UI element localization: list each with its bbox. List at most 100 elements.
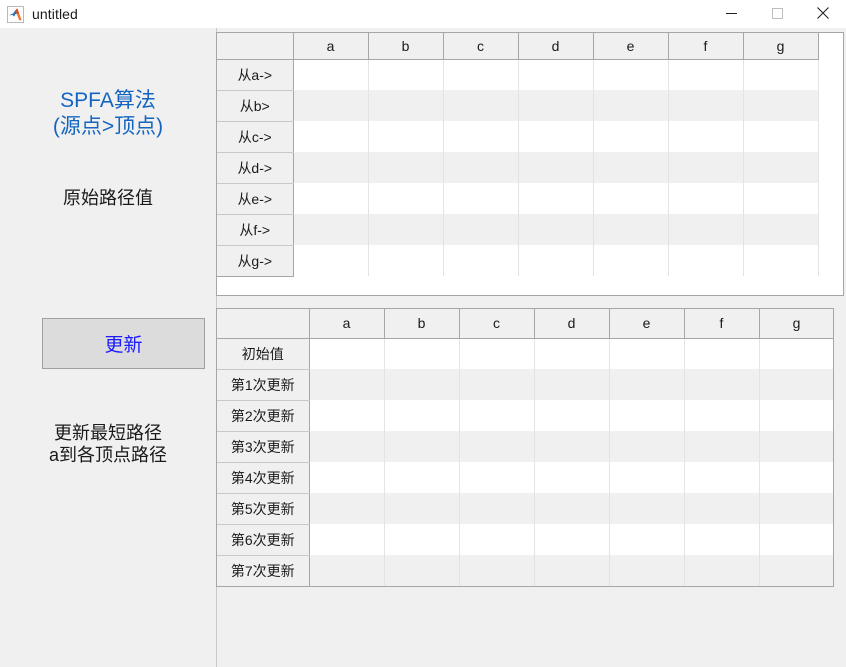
table-cell[interactable]	[309, 493, 385, 524]
table-cell[interactable]	[684, 493, 760, 524]
table-cell[interactable]	[309, 431, 385, 462]
original-path-table-container[interactable]: abcdefg 从a-> 从b> 从c-> 从d-> 从e-> 从f-> 从g->	[216, 32, 844, 296]
table-cell[interactable]	[443, 121, 519, 152]
table-cell[interactable]	[759, 369, 833, 400]
table-cell[interactable]	[443, 59, 519, 90]
table-cell[interactable]	[534, 555, 610, 586]
table-cell[interactable]	[518, 214, 594, 245]
table-cell[interactable]	[518, 121, 594, 152]
table-cell[interactable]	[668, 121, 744, 152]
row-header[interactable]: 初始值	[217, 338, 310, 370]
table-cell[interactable]	[593, 214, 669, 245]
row-header[interactable]: 从b>	[217, 90, 294, 122]
table-cell[interactable]	[534, 400, 610, 431]
table-cell[interactable]	[743, 59, 819, 90]
table-cell[interactable]	[534, 338, 610, 369]
table-cell[interactable]	[293, 183, 369, 214]
table-cell[interactable]	[384, 462, 460, 493]
table-cell[interactable]	[743, 152, 819, 183]
minimize-button[interactable]	[708, 0, 754, 28]
table-cell[interactable]	[593, 59, 669, 90]
column-header-f[interactable]: f	[684, 309, 760, 339]
table-row[interactable]: 第7次更新	[217, 555, 833, 586]
table-cell[interactable]	[684, 462, 760, 493]
table-row[interactable]: 第1次更新	[217, 369, 833, 401]
table-cell[interactable]	[309, 555, 385, 586]
column-header-c[interactable]: c	[443, 33, 519, 60]
table-row[interactable]: 第3次更新	[217, 431, 833, 463]
table-cell[interactable]	[443, 152, 519, 183]
table-cell[interactable]	[743, 245, 819, 276]
row-header[interactable]: 从g->	[217, 245, 294, 277]
original-path-table[interactable]: abcdefg 从a-> 从b> 从c-> 从d-> 从e-> 从f-> 从g->	[217, 33, 819, 277]
table-cell[interactable]	[759, 524, 833, 555]
column-header-d[interactable]: d	[518, 33, 594, 60]
table-cell[interactable]	[668, 245, 744, 276]
table-cell[interactable]	[593, 90, 669, 121]
column-header-g[interactable]: g	[759, 309, 833, 339]
table-cell[interactable]	[384, 431, 460, 462]
table-cell[interactable]	[293, 152, 369, 183]
table-cell[interactable]	[668, 90, 744, 121]
table-cell[interactable]	[684, 555, 760, 586]
table-cell[interactable]	[684, 431, 760, 462]
column-header-d[interactable]: d	[534, 309, 610, 339]
table-cell[interactable]	[593, 245, 669, 276]
table-row[interactable]: 从g->	[217, 245, 819, 277]
table-cell[interactable]	[593, 121, 669, 152]
maximize-button[interactable]	[754, 0, 800, 28]
row-header[interactable]: 从e->	[217, 183, 294, 215]
row-header[interactable]: 从c->	[217, 121, 294, 153]
table-cell[interactable]	[293, 214, 369, 245]
table-cell[interactable]	[368, 90, 444, 121]
table-cell[interactable]	[443, 183, 519, 214]
table-row[interactable]: 第5次更新	[217, 493, 833, 525]
table-cell[interactable]	[384, 369, 460, 400]
column-header-g[interactable]: g	[743, 33, 819, 60]
table-cell[interactable]	[368, 214, 444, 245]
table-cell[interactable]	[609, 400, 685, 431]
table-cell[interactable]	[293, 59, 369, 90]
column-header-a[interactable]: a	[309, 309, 385, 339]
table-cell[interactable]	[368, 59, 444, 90]
table-cell[interactable]	[668, 183, 744, 214]
table-cell[interactable]	[368, 152, 444, 183]
table-cell[interactable]	[759, 493, 833, 524]
table-cell[interactable]	[384, 338, 460, 369]
table-cell[interactable]	[384, 555, 460, 586]
table-cell[interactable]	[518, 245, 594, 276]
table-cell[interactable]	[443, 245, 519, 276]
table-cell[interactable]	[759, 555, 833, 586]
update-button[interactable]: 更新	[42, 318, 205, 369]
table-cell[interactable]	[368, 183, 444, 214]
table-cell[interactable]	[534, 524, 610, 555]
row-header[interactable]: 从d->	[217, 152, 294, 184]
table-row[interactable]: 第6次更新	[217, 524, 833, 556]
close-button[interactable]	[800, 0, 846, 28]
table-cell[interactable]	[668, 214, 744, 245]
table-cell[interactable]	[459, 555, 535, 586]
shortest-path-table[interactable]: abcdefg 初始值 第1次更新 第2次更新 第3次更新 第4次更新 第5次更新 第6次更…	[217, 309, 833, 586]
table-cell[interactable]	[309, 338, 385, 369]
table-cell[interactable]	[534, 462, 610, 493]
table-cell[interactable]	[384, 493, 460, 524]
table-row[interactable]: 从f->	[217, 214, 819, 246]
table-cell[interactable]	[534, 431, 610, 462]
row-header[interactable]: 从f->	[217, 214, 294, 246]
table-row[interactable]: 从c->	[217, 121, 819, 153]
row-header[interactable]: 第2次更新	[217, 400, 310, 432]
table-cell[interactable]	[459, 524, 535, 555]
table-cell[interactable]	[293, 245, 369, 276]
table-cell[interactable]	[459, 369, 535, 400]
table-cell[interactable]	[593, 183, 669, 214]
table-row[interactable]: 初始值	[217, 338, 833, 370]
table-cell[interactable]	[743, 214, 819, 245]
table-cell[interactable]	[593, 152, 669, 183]
column-header-f[interactable]: f	[668, 33, 744, 60]
table-cell[interactable]	[534, 493, 610, 524]
table-cell[interactable]	[609, 338, 685, 369]
table-cell[interactable]	[759, 462, 833, 493]
table-cell[interactable]	[609, 524, 685, 555]
table-row[interactable]: 从e->	[217, 183, 819, 215]
column-header-a[interactable]: a	[293, 33, 369, 60]
